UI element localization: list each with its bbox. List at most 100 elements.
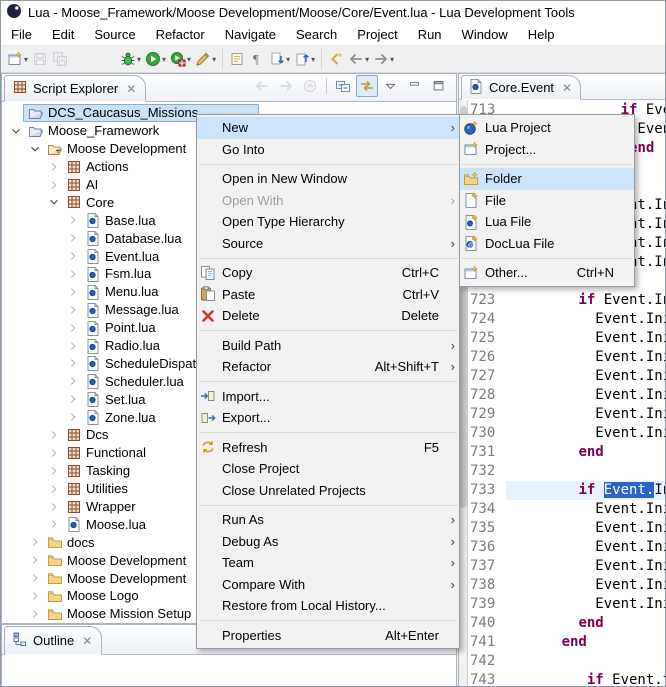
context-menu-item-compare-with[interactable]: Compare With› [197,574,459,596]
external-tools-button[interactable]: ▾ [193,46,218,72]
context-menu-item-run-as[interactable]: Run As› [197,509,459,531]
context-menu-item-close-unrelated-projects[interactable]: Close Unrelated Projects [197,480,459,502]
menubar-item-search[interactable]: Search [286,25,347,44]
chevron-right-icon[interactable] [46,500,62,514]
new-submenu-item-other[interactable]: Other...Ctrl+N [460,262,634,284]
context-menu-item-source[interactable]: Source› [197,233,459,255]
outline-content[interactable] [2,655,456,687]
chevron-right-icon[interactable] [65,231,81,245]
chevron-right-icon[interactable] [46,160,62,174]
code-line-728[interactable]: 728 Event.Initiator [468,386,666,405]
debug-button[interactable]: ▾ [118,46,143,72]
code-line-736[interactable]: 736 Event.Initiator [468,538,666,557]
run-dropdown-arrow[interactable]: ▾ [162,55,166,64]
previous-annotation-dropdown-arrow[interactable]: ▾ [311,55,315,64]
code-line-732[interactable]: 732 [468,462,666,481]
previous-annotation-button[interactable]: ▾ [292,46,317,72]
context-menu-item-new[interactable]: New› [197,117,459,139]
context-menu-item-open-type-hierarchy[interactable]: Open Type Hierarchy [197,211,459,233]
code-line-737[interactable]: 737 Event.Initiator [468,557,666,576]
new-submenu-item-project[interactable]: Project... [460,139,634,161]
chevron-right-icon[interactable] [65,249,81,263]
code-line-740[interactable]: 740 end [468,614,666,633]
code-line-726[interactable]: 726 Event.Initiator [468,348,666,367]
next-annotation-dropdown-arrow[interactable]: ▾ [286,55,290,64]
new-submenu-item-lua-file[interactable]: Lua File [460,211,634,233]
debug-dropdown-arrow[interactable]: ▾ [137,55,141,64]
run-button[interactable]: ▾ [143,46,168,72]
context-menu-item-export[interactable]: Export... [197,407,459,429]
context-menu-item-properties[interactable]: PropertiesAlt+Enter [197,625,459,647]
chevron-right-icon[interactable] [46,464,62,478]
new-wizard-dropdown-arrow[interactable]: ▾ [24,55,28,64]
chevron-right-icon[interactable] [46,428,62,442]
chevron-right-icon[interactable] [27,571,43,585]
code-line-724[interactable]: 724 Event.Initiator [468,310,666,329]
chevron-right-icon[interactable] [65,267,81,281]
view-menu-button[interactable] [380,75,402,97]
close-icon[interactable]: ✕ [562,82,572,94]
code-line-729[interactable]: 729 Event.Initiator [468,405,666,424]
run-coverage-dropdown-arrow[interactable]: ▾ [187,55,191,64]
context-menu-item-refresh[interactable]: RefreshF5 [197,437,459,459]
external-tools-dropdown-arrow[interactable]: ▾ [212,55,216,64]
code-line-727[interactable]: 727 Event.Initiator [468,367,666,386]
chevron-right-icon[interactable] [65,285,81,299]
menubar-item-file[interactable]: File [1,25,42,44]
tab-core-event[interactable]: Core.Event ✕ [461,75,581,100]
run-coverage-button[interactable]: ▾ [168,46,193,72]
close-icon[interactable]: ✕ [126,83,136,95]
mark-occurrences-button[interactable] [227,46,247,72]
code-line-743[interactable]: 743 if Event.target then [468,671,666,687]
menubar-item-run[interactable]: Run [408,25,452,44]
new-submenu-item-lua-project[interactable]: Lua Project [460,117,634,139]
context-menu-item-paste[interactable]: PasteCtrl+V [197,284,459,306]
new-submenu-item-file[interactable]: File [460,190,634,212]
chevron-right-icon[interactable] [65,410,81,424]
menubar-item-window[interactable]: Window [452,25,518,44]
code-line-723[interactable]: 723 if Event.Initiator then [468,291,666,310]
code-line-739[interactable]: 739 Event.Initiator [468,595,666,614]
chevron-right-icon[interactable] [65,321,81,335]
chevron-down-icon[interactable] [27,142,43,156]
context-menu-item-copy[interactable]: CopyCtrl+C [197,262,459,284]
menubar-item-refactor[interactable]: Refactor [146,25,215,44]
collapse-all-button[interactable] [332,75,354,97]
code-line-738[interactable]: 738 Event.Initiator [468,576,666,595]
new-submenu-item-folder[interactable]: Folder [460,168,634,190]
new-submenu-item-doclua-file[interactable]: @DocLua File [460,233,634,255]
chevron-right-icon[interactable] [65,356,81,370]
code-line-734[interactable]: 734 Event.Initiator [468,500,666,519]
last-edit-location-button[interactable] [326,46,346,72]
code-line-735[interactable]: 735 Event.Initiator [468,519,666,538]
code-line-742[interactable]: 742 [468,652,666,671]
chevron-right-icon[interactable] [65,392,81,406]
context-menu-item-build-path[interactable]: Build Path› [197,335,459,357]
chevron-right-icon[interactable] [65,339,81,353]
code-line-730[interactable]: 730 Event.Initiator [468,424,666,443]
code-line-725[interactable]: 725 Event.Initiator [468,329,666,348]
chevron-right-icon[interactable] [27,589,43,603]
close-icon[interactable]: ✕ [82,635,92,647]
chevron-right-icon[interactable] [65,213,81,227]
context-menu-item-close-project[interactable]: Close Project [197,458,459,480]
code-line-733[interactable]: 733 if Event.Initiator then [468,481,666,500]
minimize-button[interactable] [404,75,426,97]
next-annotation-button[interactable]: ▾ [267,46,292,72]
context-menu-item-open-in-new-window[interactable]: Open in New Window [197,168,459,190]
menubar-item-project[interactable]: Project [347,25,407,44]
tab-script-explorer[interactable]: Script Explorer ✕ [4,75,146,102]
chevron-right-icon[interactable] [27,607,43,621]
forward-button[interactable]: ▾ [371,46,396,72]
tab-outline[interactable]: Outline ✕ [4,626,102,655]
forward-dropdown-arrow[interactable]: ▾ [390,55,394,64]
context-menu-item-team[interactable]: Team› [197,552,459,574]
chevron-right-icon[interactable] [46,178,62,192]
context-menu-item-refactor[interactable]: RefactorAlt+Shift+T› [197,356,459,378]
chevron-down-icon[interactable] [8,124,24,138]
chevron-right-icon[interactable] [65,374,81,388]
context-menu-item-restore-from-local-history[interactable]: Restore from Local History... [197,595,459,617]
context-menu-item-go-into[interactable]: Go Into [197,139,459,161]
chevron-right-icon[interactable] [46,482,62,496]
chevron-down-icon[interactable] [46,195,62,209]
